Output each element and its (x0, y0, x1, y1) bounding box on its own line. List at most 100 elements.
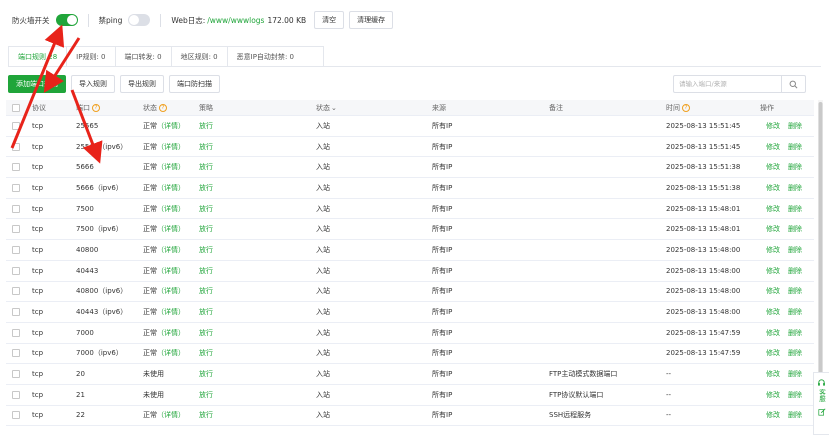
tab-port-forward[interactable]: 端口转发: 0 (116, 47, 172, 66)
status-detail-link[interactable]: （详情） (157, 162, 185, 172)
row-checkbox[interactable] (12, 370, 20, 379)
row-checkbox[interactable] (12, 204, 20, 213)
header-direction[interactable]: 状态 ⌄ (316, 100, 337, 115)
cell-protocol: tcp (32, 121, 44, 130)
status-detail-link[interactable]: （详情） (157, 410, 185, 420)
tab-region-rules[interactable]: 地区规则: 0 (172, 47, 228, 66)
row-checkbox[interactable] (12, 328, 20, 337)
cell-port: 22 (76, 411, 85, 420)
status-detail-link[interactable]: （详情） (157, 183, 185, 193)
cell-direction: 入站 (316, 349, 330, 358)
delete-rule-link[interactable]: 删除 (788, 245, 802, 255)
tab-malicious-ip[interactable]: 恶意IP自动封禁: 0 (228, 47, 303, 66)
status-detail-link[interactable]: （详情） (157, 328, 185, 338)
status-detail-link[interactable]: （详情） (157, 121, 185, 131)
cell-source: 所有IP (432, 328, 453, 337)
cell-port: 40443 (76, 266, 99, 275)
row-checkbox[interactable] (12, 245, 20, 254)
delete-rule-link[interactable]: 删除 (788, 183, 802, 193)
edit-rule-link[interactable]: 修改 (766, 410, 780, 420)
status-text: 正常 (143, 225, 157, 234)
cell-port: 7500（ipv6） (76, 225, 123, 234)
tab-ip-rules[interactable]: IP规则: 0 (67, 47, 116, 66)
delete-rule-link[interactable]: 删除 (788, 390, 802, 400)
status-detail-link[interactable]: （详情） (157, 142, 185, 152)
delete-rule-link[interactable]: 删除 (788, 307, 802, 317)
row-checkbox[interactable] (12, 225, 20, 234)
help-icon[interactable]: ? (92, 103, 100, 112)
delete-rule-link[interactable]: 删除 (788, 328, 802, 338)
row-checkbox[interactable] (12, 142, 20, 151)
edit-rule-link[interactable]: 修改 (766, 142, 780, 152)
edit-rule-link[interactable]: 修改 (766, 224, 780, 234)
delete-rule-link[interactable]: 删除 (788, 369, 802, 379)
cell-direction: 入站 (316, 287, 330, 296)
row-checkbox[interactable] (12, 390, 20, 399)
ping-toggle[interactable] (128, 14, 151, 26)
search-input[interactable] (674, 76, 781, 92)
edit-rule-link[interactable]: 修改 (766, 183, 780, 193)
help-icon[interactable]: ? (159, 103, 167, 112)
firewall-toggle[interactable] (55, 14, 78, 26)
status-detail-link[interactable]: （详情） (157, 204, 185, 214)
status-detail-link[interactable]: （详情） (157, 266, 185, 276)
status-detail-link[interactable]: （详情） (157, 307, 185, 317)
delete-rule-link[interactable]: 删除 (788, 121, 802, 131)
delete-rule-link[interactable]: 删除 (788, 348, 802, 358)
row-checkbox[interactable] (12, 308, 20, 317)
edit-icon[interactable] (817, 408, 826, 416)
edit-rule-link[interactable]: 修改 (766, 245, 780, 255)
row-checkbox[interactable] (12, 121, 20, 130)
status-detail-link[interactable]: （详情） (157, 245, 185, 255)
row-checkbox[interactable] (12, 411, 20, 420)
weblog-path-link[interactable]: /www/wwwlogs (207, 16, 264, 25)
edit-rule-link[interactable]: 修改 (766, 266, 780, 276)
toggle-knob (66, 15, 77, 25)
edit-rule-link[interactable]: 修改 (766, 204, 780, 214)
delete-rule-link[interactable]: 删除 (788, 224, 802, 234)
cell-policy: 放行 (199, 266, 213, 275)
edit-rule-link[interactable]: 修改 (766, 328, 780, 338)
cell-time: 2025-08-13 15:48:00 (666, 308, 741, 317)
tab-label: 恶意IP自动封禁 (236, 52, 285, 61)
row-checkbox[interactable] (12, 266, 20, 275)
export-rules-button[interactable]: 导出规则 (120, 75, 164, 93)
edit-rule-link[interactable]: 修改 (766, 348, 780, 358)
edit-rule-link[interactable]: 修改 (766, 369, 780, 379)
add-port-rule-button[interactable]: 添加端口规则 (8, 75, 66, 93)
select-all-checkbox[interactable] (12, 103, 20, 112)
clear-log-button[interactable]: 清空 (314, 11, 345, 29)
port-rules-table: 协议 端口? 状态? 策略 状态 ⌄ 来源 备注 时间? 操作 tcp 25565 正… (6, 100, 814, 427)
status-detail-link[interactable]: （详情） (157, 224, 185, 234)
status-text: 正常 (143, 411, 157, 420)
delete-rule-link[interactable]: 删除 (788, 162, 802, 172)
row-checkbox[interactable] (12, 183, 20, 192)
port-scan-protection-button[interactable]: 端口防扫描 (169, 75, 220, 93)
delete-rule-link[interactable]: 删除 (788, 410, 802, 420)
delete-rule-link[interactable]: 删除 (788, 142, 802, 152)
tab-port-rules[interactable]: 端口规则 28 (9, 47, 68, 66)
clear-cache-button[interactable]: 清理缓存 (349, 11, 394, 29)
row-checkbox[interactable] (12, 349, 20, 358)
cell-time: -- (666, 370, 672, 379)
status-detail-link[interactable]: （详情） (157, 348, 185, 358)
delete-rule-link[interactable]: 删除 (788, 266, 802, 276)
row-checkbox[interactable] (12, 287, 20, 296)
row-checkbox[interactable] (12, 163, 20, 172)
delete-rule-link[interactable]: 删除 (788, 204, 802, 214)
import-rules-button[interactable]: 导入规则 (71, 75, 115, 93)
edit-rule-link[interactable]: 修改 (766, 307, 780, 317)
edit-rule-link[interactable]: 修改 (766, 286, 780, 296)
search-button[interactable] (781, 76, 805, 92)
table-row: tcp 7000 正常 （详情） 放行 入站 所有IP 2025-08-13 15:47:59… (6, 323, 814, 344)
delete-rule-link[interactable]: 删除 (788, 286, 802, 296)
edit-rule-link[interactable]: 修改 (766, 390, 780, 400)
cell-ops: 修改 删除 (766, 157, 802, 177)
cell-policy: 放行 (199, 349, 213, 358)
edit-rule-link[interactable]: 修改 (766, 121, 780, 131)
firewall-switch-label: 防火墙开关 (12, 15, 50, 25)
edit-rule-link[interactable]: 修改 (766, 162, 780, 172)
status-detail-link[interactable]: （详情） (157, 286, 185, 296)
customer-service-float[interactable]: 客服 (813, 372, 829, 435)
help-icon[interactable]: ? (682, 103, 690, 112)
